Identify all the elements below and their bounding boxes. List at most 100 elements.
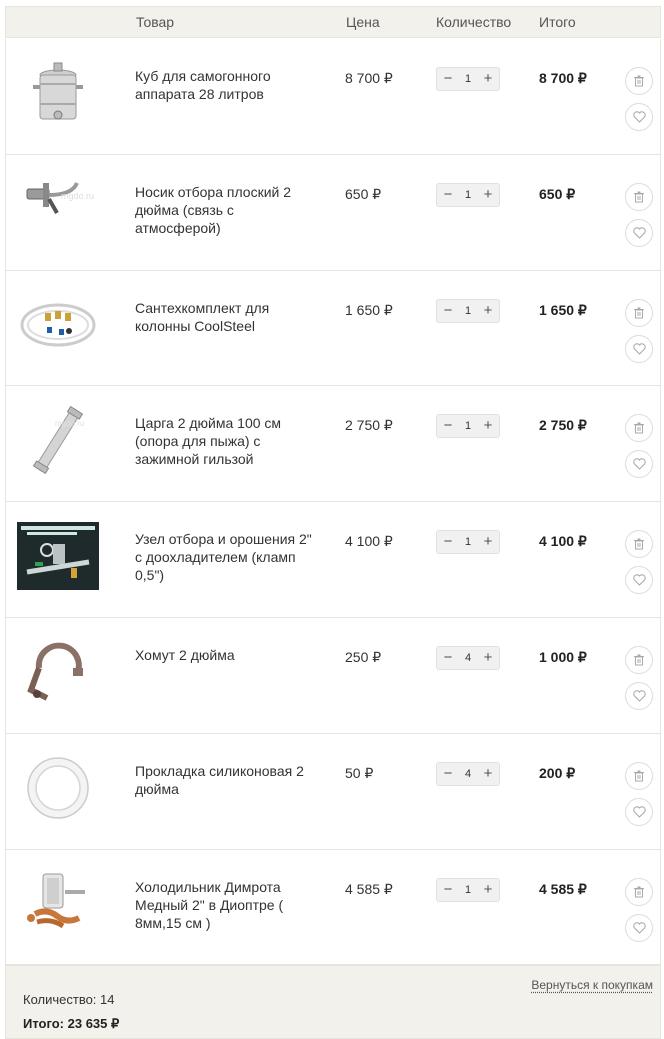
product-name[interactable]: Узел отбора и орошения 2" с доохладителе… xyxy=(135,530,315,584)
heart-icon xyxy=(632,111,646,123)
quantity-value[interactable]: 1 xyxy=(465,305,471,317)
row-total: 4 100 ₽ xyxy=(539,533,587,550)
delete-button[interactable] xyxy=(625,182,653,211)
quantity-value[interactable]: 1 xyxy=(465,73,471,85)
column-total: Итого xyxy=(539,14,576,30)
cart-row: Холодильник Димрота Медный 2" в Диоптре … xyxy=(6,850,660,966)
trash-icon xyxy=(634,538,644,550)
quantity-value[interactable]: 1 xyxy=(465,189,471,201)
quantity-value[interactable]: 4 xyxy=(465,652,471,664)
column-quantity: Количество xyxy=(436,14,512,30)
increase-button[interactable]: + xyxy=(481,880,495,900)
product-name[interactable]: Прокладка силиконовая 2 дюйма xyxy=(135,762,315,798)
quantity-value[interactable]: 4 xyxy=(465,768,471,780)
delete-button[interactable] xyxy=(625,298,653,327)
row-total: 1 650 ₽ xyxy=(539,301,587,318)
favorite-button[interactable] xyxy=(625,566,653,595)
quantity-stepper: − 1 + xyxy=(436,530,500,555)
favorite-button[interactable] xyxy=(625,913,653,942)
cart-items: Куб для самогонного аппарата 28 литров 8… xyxy=(5,39,661,966)
row-total: 4 585 ₽ xyxy=(539,880,587,897)
delete-button[interactable] xyxy=(625,645,653,674)
delete-button[interactable] xyxy=(625,877,653,906)
product-price: 50 ₽ xyxy=(345,764,374,781)
delete-button[interactable] xyxy=(625,761,653,790)
increase-button[interactable]: + xyxy=(481,69,495,89)
trash-icon xyxy=(634,191,644,203)
svg-text:mgdo.ru: mgdo.ru xyxy=(61,191,94,201)
cart-footer: Вернуться к покупкам Количество: 14 Итог… xyxy=(5,965,661,1039)
trash-icon xyxy=(634,654,644,666)
decrease-button[interactable]: − xyxy=(441,416,455,436)
product-name[interactable]: Хомут 2 дюйма xyxy=(135,646,315,664)
product-name[interactable]: Куб для самогонного аппарата 28 литров xyxy=(135,67,315,103)
product-name[interactable]: Холодильник Димрота Медный 2" в Диоптре … xyxy=(135,878,315,932)
decrease-button[interactable]: − xyxy=(441,301,455,321)
quantity-value[interactable]: 1 xyxy=(465,420,471,432)
heart-icon xyxy=(632,227,646,239)
trash-icon xyxy=(634,770,644,782)
product-name[interactable]: Царга 2 дюйма 100 см (опора для пыжа) с … xyxy=(135,414,315,468)
nozzle-image[interactable]: mgdo.ru xyxy=(17,175,99,243)
row-total: 650 ₽ xyxy=(539,185,576,202)
decrease-button[interactable]: − xyxy=(441,764,455,784)
pot-still-image[interactable] xyxy=(17,59,99,127)
favorite-button[interactable] xyxy=(625,103,653,131)
trash-icon xyxy=(634,886,644,898)
column-tube-image[interactable]: mgdo.ru xyxy=(17,406,99,475)
gasket-image[interactable] xyxy=(17,754,99,822)
product-name[interactable]: Сантехкомплект для колонны CoolSteel xyxy=(135,299,315,335)
dimroth-cooler-image[interactable] xyxy=(17,870,99,938)
quantity-stepper: − 1 + xyxy=(436,182,500,207)
increase-button[interactable]: + xyxy=(481,185,495,205)
increase-button[interactable]: + xyxy=(481,416,495,436)
quantity-value[interactable]: 1 xyxy=(465,536,471,548)
cart-row: Прокладка силиконовая 2 дюйма 50 ₽ − 4 +… xyxy=(6,734,660,850)
delete-button[interactable] xyxy=(625,530,653,559)
heart-icon xyxy=(632,342,646,355)
cart-row: mgdo.ru Носик отбора плоский 2 дюйма (св… xyxy=(6,155,660,271)
cart: Товар Цена Количество Итого Куб для само… xyxy=(0,0,664,1039)
clamp-image[interactable] xyxy=(17,638,99,706)
product-price: 2 750 ₽ xyxy=(345,417,393,434)
favorite-button[interactable] xyxy=(625,334,653,363)
reflux-node-image[interactable] xyxy=(17,522,99,591)
quantity-stepper: − 1 + xyxy=(436,877,500,902)
product-name[interactable]: Носик отбора плоский 2 дюйма (связь с ат… xyxy=(135,183,315,237)
favorite-button[interactable] xyxy=(625,450,653,479)
heart-icon xyxy=(632,458,646,471)
favorite-button[interactable] xyxy=(625,681,653,710)
favorite-button[interactable] xyxy=(625,218,653,247)
quantity-stepper: − 4 + xyxy=(436,645,500,670)
decrease-button[interactable]: − xyxy=(441,880,455,900)
delete-button[interactable] xyxy=(625,414,653,443)
svg-text:mgdo.ru: mgdo.ru xyxy=(55,419,84,428)
product-price: 4 585 ₽ xyxy=(345,880,393,897)
increase-button[interactable]: + xyxy=(481,301,495,321)
trash-icon xyxy=(634,75,644,87)
favorite-button[interactable] xyxy=(625,797,653,826)
decrease-button[interactable]: − xyxy=(441,69,455,89)
trash-icon xyxy=(634,422,644,434)
trash-icon xyxy=(634,307,644,319)
quantity-stepper: − 4 + xyxy=(436,761,500,786)
decrease-button[interactable]: − xyxy=(441,532,455,552)
quantity-stepper: − 1 + xyxy=(436,298,500,323)
row-total: 200 ₽ xyxy=(539,764,576,781)
plumbing-kit-image[interactable] xyxy=(17,291,99,359)
column-price: Цена xyxy=(346,14,380,30)
cart-row: Узел отбора и орошения 2" с доохладителе… xyxy=(6,502,660,618)
delete-button[interactable] xyxy=(625,67,653,95)
quantity-value[interactable]: 1 xyxy=(465,884,471,896)
cart-header: Товар Цена Количество Итого xyxy=(5,6,661,38)
product-price: 650 ₽ xyxy=(345,185,382,202)
increase-button[interactable]: + xyxy=(481,648,495,668)
increase-button[interactable]: + xyxy=(481,764,495,784)
back-to-shopping-link[interactable]: Вернуться к покупкам xyxy=(531,978,653,992)
heart-icon xyxy=(632,574,646,586)
product-price: 250 ₽ xyxy=(345,648,382,665)
decrease-button[interactable]: − xyxy=(441,648,455,668)
items-count: Количество: 14 xyxy=(23,992,115,1007)
increase-button[interactable]: + xyxy=(481,532,495,552)
decrease-button[interactable]: − xyxy=(441,185,455,205)
